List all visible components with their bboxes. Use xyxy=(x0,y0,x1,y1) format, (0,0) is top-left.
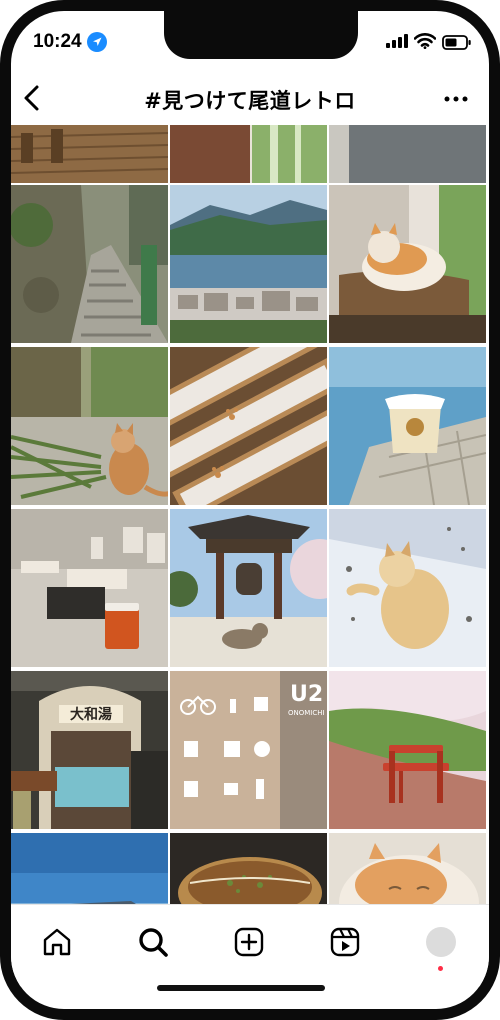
grid-photo[interactable] xyxy=(11,125,168,183)
search-icon[interactable] xyxy=(136,925,170,959)
reels-icon[interactable] xyxy=(328,925,362,959)
grid-photo[interactable] xyxy=(11,833,168,910)
signboard-photo xyxy=(170,125,327,183)
profile-avatar[interactable] xyxy=(424,925,458,959)
wifi-icon xyxy=(414,33,436,49)
grid-photo[interactable] xyxy=(11,185,168,343)
bathhouse-storefront-photo: 大和湯 xyxy=(11,671,168,829)
cellular-signal-icon xyxy=(386,34,408,48)
shop-counter-photo xyxy=(11,509,168,667)
grid-photo[interactable] xyxy=(170,185,327,343)
grid-photo[interactable] xyxy=(11,509,168,667)
bathhouse-sign: 大和湯 xyxy=(70,706,112,723)
grid-photo[interactable]: 大和湯 xyxy=(11,671,168,829)
boardwalk-photo xyxy=(11,125,168,183)
temple-bell-tower-photo xyxy=(170,509,327,667)
tab-bar xyxy=(11,904,489,987)
nav-header: #見つけて尾道レトロ xyxy=(11,73,489,125)
grid-photo[interactable] xyxy=(329,833,486,910)
home-icon[interactable] xyxy=(40,925,74,959)
wall-brand: U2 xyxy=(290,682,323,707)
cycle-hotel-wall-photo: U2 ONOMICHI xyxy=(170,671,327,829)
battery-icon xyxy=(442,35,471,50)
harbour-photo xyxy=(170,185,327,343)
sleeping-cat-photo xyxy=(329,833,486,910)
cat-in-snow-photo xyxy=(329,509,486,667)
stone-stairway-photo xyxy=(11,185,168,343)
okonomiyaki-photo xyxy=(170,833,327,910)
grid-photo[interactable]: U2 ONOMICHI xyxy=(170,671,327,829)
grid-photo[interactable] xyxy=(329,125,486,183)
page-title: #見つけて尾道レトロ xyxy=(144,89,356,113)
location-arrow-icon xyxy=(87,32,107,52)
new-post-icon[interactable] xyxy=(232,925,266,959)
cup-by-sea-photo xyxy=(329,347,486,505)
cat-blanket-photo xyxy=(329,185,486,343)
home-indicator xyxy=(157,985,325,991)
grid-photo[interactable] xyxy=(329,671,486,829)
grid-photo[interactable] xyxy=(170,125,327,183)
pawprint-boards-photo xyxy=(170,347,327,505)
notification-dot xyxy=(438,966,443,971)
red-bench-photo xyxy=(329,671,486,829)
street-photo xyxy=(329,125,486,183)
cat-bamboo-photo xyxy=(11,347,168,505)
grid-photo[interactable] xyxy=(11,347,168,505)
grid-photo[interactable] xyxy=(329,347,486,505)
grid-photo[interactable] xyxy=(170,509,327,667)
grid-photo[interactable] xyxy=(329,509,486,667)
phone-frame: 10:24 #見つけて尾道レトロ 大和湯 U2 ONOMICHI xyxy=(0,0,500,1020)
grid-photo[interactable] xyxy=(329,185,486,343)
grid-photo[interactable] xyxy=(170,347,327,505)
wall-subtitle: ONOMICHI xyxy=(288,709,325,717)
ellipsis-icon[interactable] xyxy=(443,87,469,111)
notch xyxy=(164,11,358,59)
photo-grid: 大和湯 U2 ONOMICHI xyxy=(11,125,489,910)
grid-photo[interactable] xyxy=(170,833,327,910)
blue-sky-photo xyxy=(11,833,168,910)
status-time: 10:24 xyxy=(33,31,82,52)
